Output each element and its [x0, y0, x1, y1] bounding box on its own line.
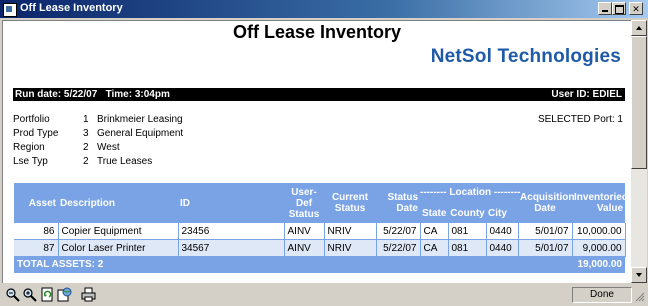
table-row[interactable]: 87 Color Laser Printer 34567 AINV NRIV 5…: [14, 239, 626, 257]
cell-inventoried-value: 9,000.00: [572, 239, 626, 257]
cell-city: 0440: [486, 239, 519, 257]
col-location: -------- Location -------- State County …: [420, 183, 521, 223]
cell-user-def-status: AINV: [284, 223, 325, 240]
location-group-label: -------- Location --------: [420, 187, 521, 198]
param-value: True Leases: [97, 156, 153, 167]
cell-county: 081: [448, 223, 487, 240]
col-inventoried-value: Inventoried Value: [572, 183, 628, 223]
col-user-def-status: User-Def Status: [284, 183, 324, 223]
scroll-thumb[interactable]: [631, 36, 647, 169]
vertical-scrollbar[interactable]: [631, 20, 647, 283]
run-date-time: Run date: 5/22/07 Time: 3:04pm: [15, 89, 170, 100]
param-lease-type: Lse Typ 2 True Leases: [13, 156, 213, 170]
cell-current-status: NRIV: [324, 223, 377, 240]
resize-grip-icon[interactable]: [635, 292, 645, 302]
param-portfolio: Portfolio 1 Brinkmeier Leasing: [13, 114, 213, 128]
table-row[interactable]: 86 Copier Equipment 23456 AINV NRIV 5/22…: [14, 223, 626, 240]
param-value: West: [97, 142, 120, 153]
cell-inventoried-value: 10,000.00: [572, 223, 626, 240]
total-assets-bar: TOTAL ASSETS: 2 19,000.00: [14, 257, 625, 273]
param-code: 2: [83, 142, 89, 153]
report-viewport: Off Lease Inventory NetSol Technologies …: [2, 20, 631, 283]
col-state: State: [422, 208, 447, 219]
param-prod-type: Prod Type 3 General Equipment: [13, 128, 213, 142]
cell-county: 081: [448, 239, 487, 257]
col-asset: Asset: [14, 183, 58, 223]
col-acquisition-date: Acquisition Date: [518, 183, 574, 223]
inventory-table: Asset Description ID User-Def Status Cur…: [14, 183, 628, 257]
cell-description: Copier Equipment: [58, 223, 179, 240]
cell-status-date: 5/22/07: [376, 239, 421, 257]
cell-status-date: 5/22/07: [376, 223, 421, 240]
total-assets-value: 19,000.00: [577, 259, 623, 270]
col-city: City: [487, 208, 507, 219]
cell-city: 0440: [486, 223, 519, 240]
cell-state: CA: [420, 223, 449, 240]
col-county: County: [450, 208, 485, 219]
total-assets-label: TOTAL ASSETS: 2: [17, 259, 104, 270]
scroll-up-button[interactable]: [631, 20, 647, 36]
cell-id: 34567: [178, 239, 285, 257]
cell-state: CA: [420, 239, 449, 257]
col-description: Description: [58, 183, 178, 223]
zoom-in-icon[interactable]: [22, 287, 37, 302]
maximize-button[interactable]: [612, 2, 626, 15]
window-titlebar[interactable]: Off Lease Inventory ✕: [0, 0, 648, 18]
done-status: Done: [572, 287, 632, 303]
close-button[interactable]: ✕: [629, 2, 643, 15]
param-label: Lse Typ: [13, 156, 48, 167]
scroll-down-button[interactable]: [631, 267, 647, 283]
statusbar: Done: [0, 284, 648, 306]
cell-acquisition-date: 5/01/07: [518, 223, 573, 240]
col-status-date: Status Date: [376, 183, 420, 223]
globe-icon[interactable]: [57, 287, 72, 302]
company-logo: NetSol Technologies: [430, 46, 621, 67]
param-label: Portfolio: [13, 114, 50, 125]
param-value: General Equipment: [97, 128, 184, 139]
selected-port: SELECTED Port: 1: [537, 114, 623, 125]
refresh-icon[interactable]: [40, 287, 55, 302]
table-header-row: Asset Description ID User-Def Status Cur…: [14, 183, 628, 223]
param-region: Region 2 West: [13, 142, 213, 156]
minimize-button[interactable]: [598, 2, 612, 15]
app-icon: [3, 3, 17, 17]
param-code: 3: [83, 128, 89, 139]
inventory-table-area: Asset Description ID User-Def Status Cur…: [14, 183, 628, 273]
report-parameters: Portfolio 1 Brinkmeier Leasing Prod Type…: [13, 114, 213, 170]
cell-user-def-status: AINV: [284, 239, 325, 257]
run-info-bar: Run date: 5/22/07 Time: 3:04pm User ID: …: [13, 88, 625, 101]
cell-description: Color Laser Printer: [58, 239, 179, 257]
cell-asset: 86: [14, 223, 59, 240]
param-label: Region: [13, 142, 45, 153]
cell-id: 23456: [178, 223, 285, 240]
arrow-up-icon: [636, 26, 642, 30]
arrow-down-icon: [636, 273, 642, 277]
report-title: Off Lease Inventory: [232, 22, 402, 42]
cell-acquisition-date: 5/01/07: [518, 239, 573, 257]
user-id: User ID: EDIEL: [551, 89, 622, 100]
param-value: Brinkmeier Leasing: [97, 114, 183, 125]
window-title: Off Lease Inventory: [20, 2, 123, 14]
param-label: Prod Type: [13, 128, 59, 139]
param-code: 2: [83, 156, 89, 167]
print-icon[interactable]: [81, 287, 96, 302]
cell-asset: 87: [14, 239, 59, 257]
col-id: ID: [178, 183, 284, 223]
zoom-out-icon[interactable]: [5, 287, 20, 302]
cell-current-status: NRIV: [324, 239, 377, 257]
col-current-status: Current Status: [324, 183, 376, 223]
param-code: 1: [83, 114, 89, 125]
